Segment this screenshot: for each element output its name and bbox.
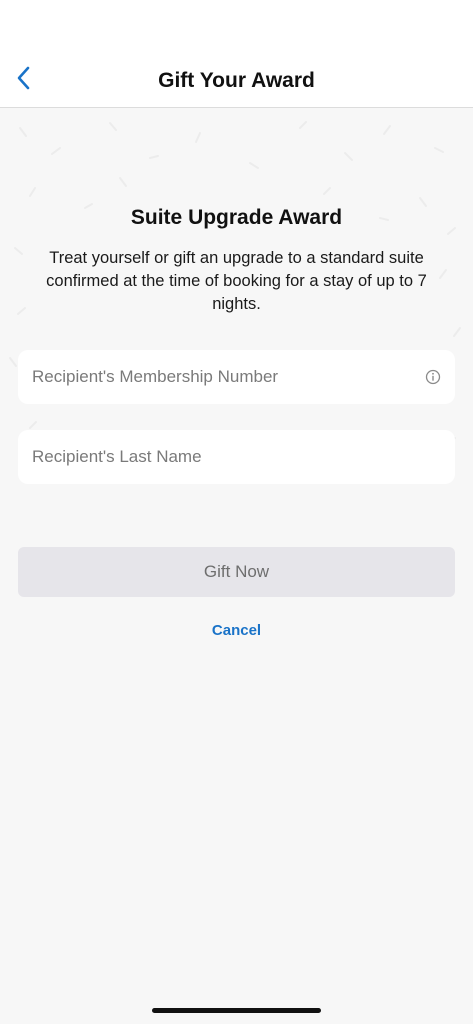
- page-title: Gift Your Award: [158, 69, 315, 92]
- chevron-left-icon: [17, 66, 31, 95]
- membership-number-field[interactable]: [18, 350, 455, 404]
- info-icon[interactable]: [425, 369, 441, 385]
- membership-number-input[interactable]: [18, 350, 455, 404]
- back-button[interactable]: [6, 60, 42, 100]
- last-name-field[interactable]: [18, 430, 455, 484]
- status-bar: [0, 0, 473, 52]
- home-indicator[interactable]: [152, 1008, 321, 1013]
- last-name-input[interactable]: [18, 430, 455, 484]
- award-title: Suite Upgrade Award: [130, 206, 343, 229]
- navigation-bar: Gift Your Award: [0, 52, 473, 108]
- cancel-button[interactable]: Cancel: [0, 622, 473, 639]
- gift-now-button[interactable]: Gift Now: [18, 547, 455, 597]
- award-description: Treat yourself or gift an upgrade to a s…: [46, 249, 427, 313]
